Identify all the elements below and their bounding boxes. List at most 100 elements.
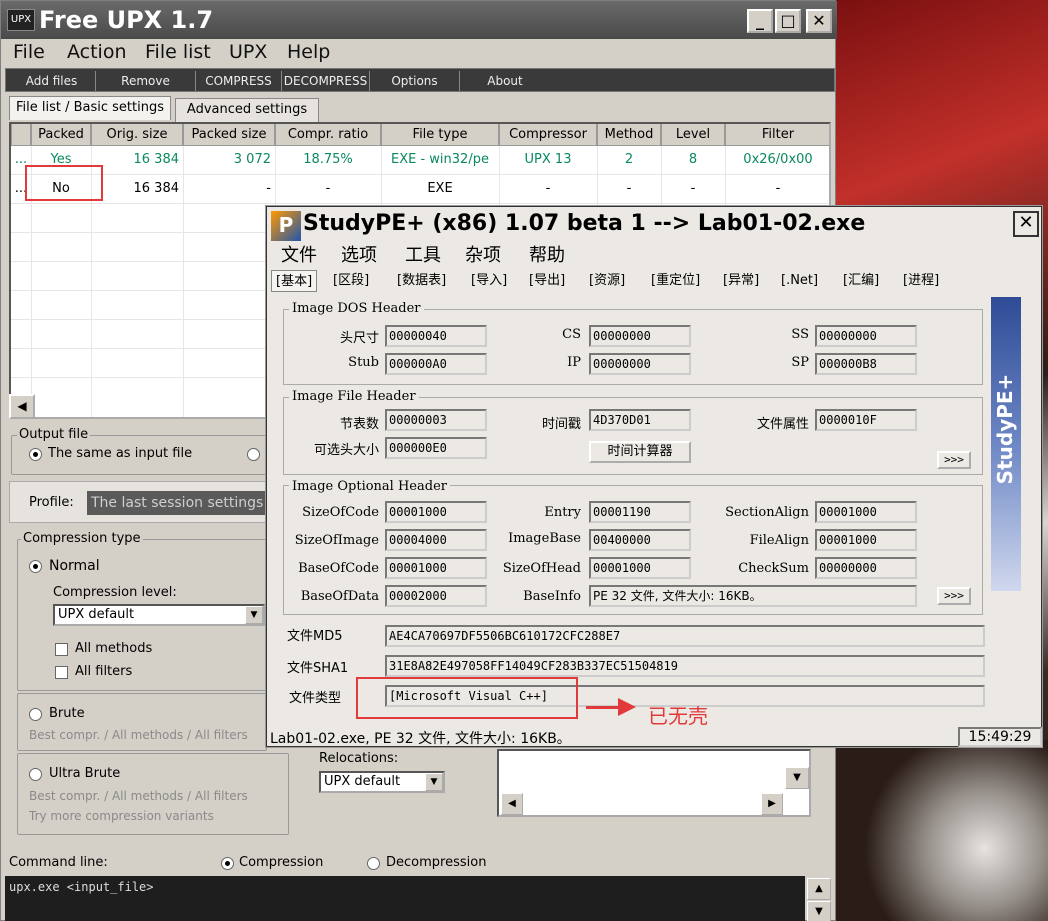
ultra-brute-radio[interactable] <box>29 768 42 781</box>
menu-help[interactable]: Help <box>287 41 330 63</box>
file-timestamp-field[interactable]: 4D370D01 <box>589 409 691 431</box>
profile-select[interactable]: The last session settings <box>87 491 267 515</box>
menu-action[interactable]: Action <box>67 41 127 63</box>
optional-header-more-button[interactable]: >>> <box>937 587 971 605</box>
sha1-field[interactable]: 31E8A82E497058FF14049CF283B337EC51504819 <box>385 655 985 677</box>
column-header-orig-size[interactable]: Orig. size <box>91 124 183 146</box>
dos-ip-field[interactable]: 00000000 <box>589 353 691 375</box>
tab-file-list[interactable]: File list / Basic settings <box>9 96 171 120</box>
md5-field[interactable]: AE4CA70697DF5506BC610172CFC288E7 <box>385 625 985 647</box>
dos-header-size-field[interactable]: 00000040 <box>385 325 487 347</box>
tab-sections[interactable]: [区段] <box>333 270 369 292</box>
file-section-count-field[interactable]: 00000003 <box>385 409 487 431</box>
cell-level: 8 <box>688 152 698 167</box>
opt-base-of-code-field[interactable]: 00001000 <box>385 557 487 579</box>
tab-data-tables[interactable]: [数据表] <box>397 270 446 292</box>
tab-basic[interactable]: [基本] <box>271 270 318 292</box>
dos-cs-field[interactable]: 00000000 <box>589 325 691 347</box>
opt-size-of-image-field[interactable]: 00004000 <box>385 529 487 551</box>
scroll-left-icon[interactable]: ◀ <box>9 394 35 419</box>
menu-file[interactable]: 文件 <box>281 241 317 267</box>
output-other-radio[interactable] <box>247 448 260 461</box>
menu-file-list[interactable]: File list <box>145 41 211 63</box>
tab-disassembly[interactable]: [汇编] <box>843 270 879 292</box>
command-line-box[interactable]: upx.exe <input_file> <box>5 876 805 921</box>
scroll-left-icon[interactable]: ◀ <box>501 793 523 815</box>
dos-stub-field[interactable]: 000000A0 <box>385 353 487 375</box>
opt-checksum-field[interactable]: 00000000 <box>815 557 917 579</box>
column-header-method[interactable]: Method <box>597 124 661 146</box>
all-methods-label: All methods <box>75 641 153 656</box>
all-methods-checkbox[interactable] <box>55 643 68 656</box>
compression-level-select[interactable]: UPX default ▼ <box>53 604 265 626</box>
all-filters-checkbox[interactable] <box>55 666 68 679</box>
column-header-compr-ratio[interactable]: Compr. ratio <box>275 124 381 146</box>
opt-image-base-field[interactable]: 00400000 <box>589 529 691 551</box>
column-header-level[interactable]: Level <box>661 124 725 146</box>
menu-options[interactable]: 选项 <box>341 241 377 267</box>
opt-section-align-field[interactable]: 00001000 <box>815 501 917 523</box>
compression-radio[interactable] <box>221 857 234 870</box>
tab-imports[interactable]: [导入] <box>471 270 507 292</box>
decompress-button[interactable]: DECOMPRESS <box>282 71 370 91</box>
chevron-down-icon[interactable]: ▼ <box>425 773 443 791</box>
column-header-filter[interactable]: Filter <box>725 124 829 146</box>
column-header-file-type[interactable]: File type <box>381 124 499 146</box>
dos-ss-field[interactable]: 00000000 <box>815 325 917 347</box>
opt-size-of-head-field[interactable]: 00001000 <box>589 557 691 579</box>
upx-title-bar[interactable]: UPX Free UPX 1.7 _ □ ✕ <box>1 1 837 39</box>
column-header-blank[interactable] <box>11 124 31 146</box>
file-optional-size-field[interactable]: 000000E0 <box>385 437 487 459</box>
tab-exports[interactable]: [导出] <box>529 270 565 292</box>
scroll-down-icon[interactable]: ▼ <box>807 901 831 921</box>
compress-button[interactable]: COMPRESS <box>196 71 282 91</box>
menu-misc[interactable]: 杂项 <box>465 241 501 267</box>
tab-relocations[interactable]: [重定位] <box>651 270 700 292</box>
opt-base-info-field[interactable]: PE 32 文件, 文件大小: 16KB。 <box>589 585 917 607</box>
tab-advanced-settings[interactable]: Advanced settings <box>175 98 319 122</box>
scroll-right-icon[interactable]: ▶ <box>761 793 783 815</box>
tab-exceptions[interactable]: [异常] <box>723 270 759 292</box>
tab-process[interactable]: [进程] <box>903 270 939 292</box>
scroll-down-icon[interactable]: ▼ <box>785 767 809 789</box>
opt-file-align-field[interactable]: 00001000 <box>815 529 917 551</box>
menu-file[interactable]: File <box>13 41 45 63</box>
menu-tools[interactable]: 工具 <box>405 241 441 267</box>
options-button[interactable]: Options <box>370 71 460 91</box>
add-files-button[interactable]: Add files <box>8 71 96 91</box>
opt-label-base-of-data: BaseOfData <box>300 589 379 604</box>
studype-window-title[interactable]: StudyPE+ (x86) 1.07 beta 1 --> Lab01-02.… <box>303 211 865 236</box>
column-header-packed[interactable]: Packed <box>31 124 91 146</box>
decompression-radio[interactable] <box>367 857 380 870</box>
minimize-icon[interactable]: _ <box>747 9 773 33</box>
opt-size-of-code-field[interactable]: 00001000 <box>385 501 487 523</box>
file-attributes-field[interactable]: 0000010F <box>815 409 917 431</box>
remove-button[interactable]: Remove <box>96 71 196 91</box>
tab-resources[interactable]: [资源] <box>589 270 625 292</box>
menu-help[interactable]: 帮助 <box>529 241 565 267</box>
maximize-icon[interactable]: □ <box>775 9 801 33</box>
md5-label: 文件MD5 <box>287 629 343 644</box>
dos-sp-field[interactable]: 000000B8 <box>815 353 917 375</box>
brute-radio[interactable] <box>29 708 42 721</box>
time-calculator-button[interactable]: 时间计算器 <box>589 441 691 463</box>
scroll-up-icon[interactable]: ▲ <box>807 878 831 900</box>
relocations-select[interactable]: UPX default ▼ <box>319 771 445 793</box>
opt-base-of-data-field[interactable]: 00002000 <box>385 585 487 607</box>
output-same-radio[interactable] <box>29 448 42 461</box>
cell-filter: 0x26/0x00 <box>743 152 813 167</box>
close-icon[interactable]: ✕ <box>806 9 832 33</box>
opt-label-checksum: CheckSum <box>738 561 809 576</box>
output-file-label: Output file <box>17 427 91 442</box>
file-header-more-button[interactable]: >>> <box>937 451 971 469</box>
close-icon[interactable]: ✕ <box>1013 211 1039 237</box>
chevron-down-icon[interactable]: ▼ <box>245 606 263 624</box>
about-button[interactable]: About <box>460 71 550 91</box>
opt-entry-field[interactable]: 00001190 <box>589 501 691 523</box>
desktop-background-detail <box>836 740 1048 921</box>
menu-upx[interactable]: UPX <box>229 41 267 63</box>
column-header-packed-size[interactable]: Packed size <box>183 124 275 146</box>
normal-radio[interactable] <box>29 560 42 573</box>
column-header-compressor[interactable]: Compressor <box>499 124 597 146</box>
tab-dotnet[interactable]: [.Net] <box>781 270 818 292</box>
